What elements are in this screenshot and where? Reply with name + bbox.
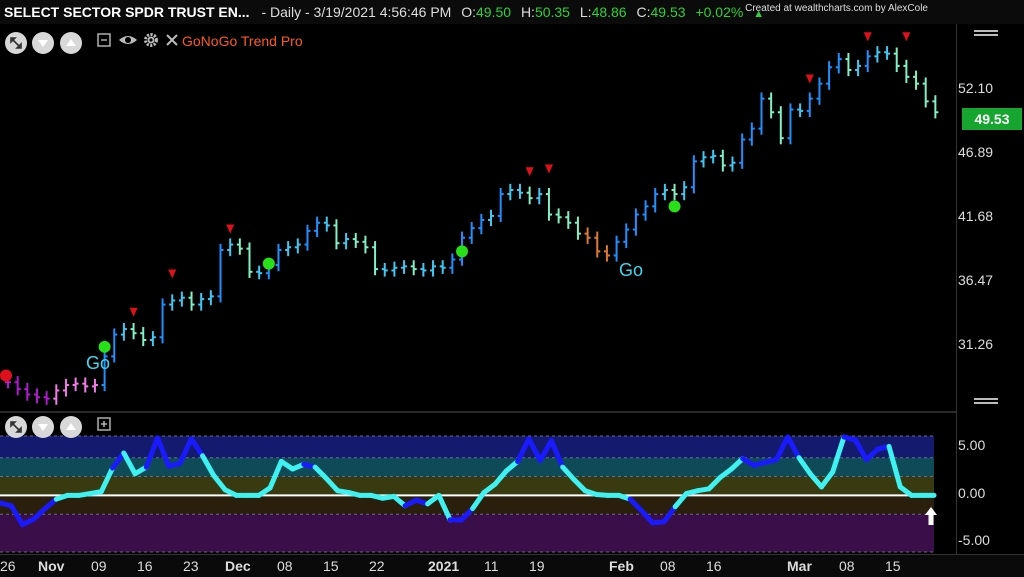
gear-icon[interactable]	[143, 32, 159, 48]
down-triangle	[168, 269, 177, 279]
minimize-icon[interactable]	[97, 33, 111, 47]
nogo-dot	[0, 369, 12, 382]
go-dot	[456, 245, 469, 258]
go-dot	[98, 340, 111, 353]
expand-panel-button[interactable]	[5, 32, 27, 54]
expand-icon	[10, 421, 22, 433]
down-triangle	[805, 74, 814, 84]
go-label: Go	[86, 353, 111, 373]
eye-icon[interactable]	[118, 33, 138, 47]
scroll-down-button[interactable]	[32, 32, 54, 54]
go-dot	[262, 257, 275, 270]
signal-markers	[0, 32, 911, 382]
oscillator-band	[0, 476, 934, 496]
down-triangle	[902, 32, 911, 42]
scroll-up-icon	[66, 423, 76, 430]
indicator-title[interactable]: GoNoGo Trend Pro	[182, 33, 303, 49]
down-triangle	[863, 32, 872, 42]
oscillator-band	[0, 514, 934, 552]
scroll-down-icon	[38, 424, 48, 431]
go-label: Go	[619, 260, 644, 280]
go-dot	[668, 200, 681, 213]
down-triangle	[525, 167, 534, 177]
close-icon[interactable]	[165, 33, 179, 47]
expand-icon	[10, 37, 22, 49]
scroll-down-icon	[38, 40, 48, 47]
oscillator-band	[0, 457, 934, 477]
scroll-up-icon	[66, 39, 76, 46]
osc-expand-panel-button[interactable]	[5, 416, 27, 438]
price-bars	[5, 46, 939, 405]
scroll-up-button[interactable]	[60, 32, 82, 54]
down-triangle	[129, 307, 138, 317]
down-triangle	[226, 224, 235, 234]
down-triangle	[544, 164, 553, 174]
osc-scroll-up-button[interactable]	[60, 416, 82, 438]
chart-canvas	[0, 32, 939, 553]
osc-scroll-down-button[interactable]	[32, 416, 54, 438]
up-arrow-icon	[925, 507, 937, 525]
add-panel-icon[interactable]	[97, 417, 111, 431]
